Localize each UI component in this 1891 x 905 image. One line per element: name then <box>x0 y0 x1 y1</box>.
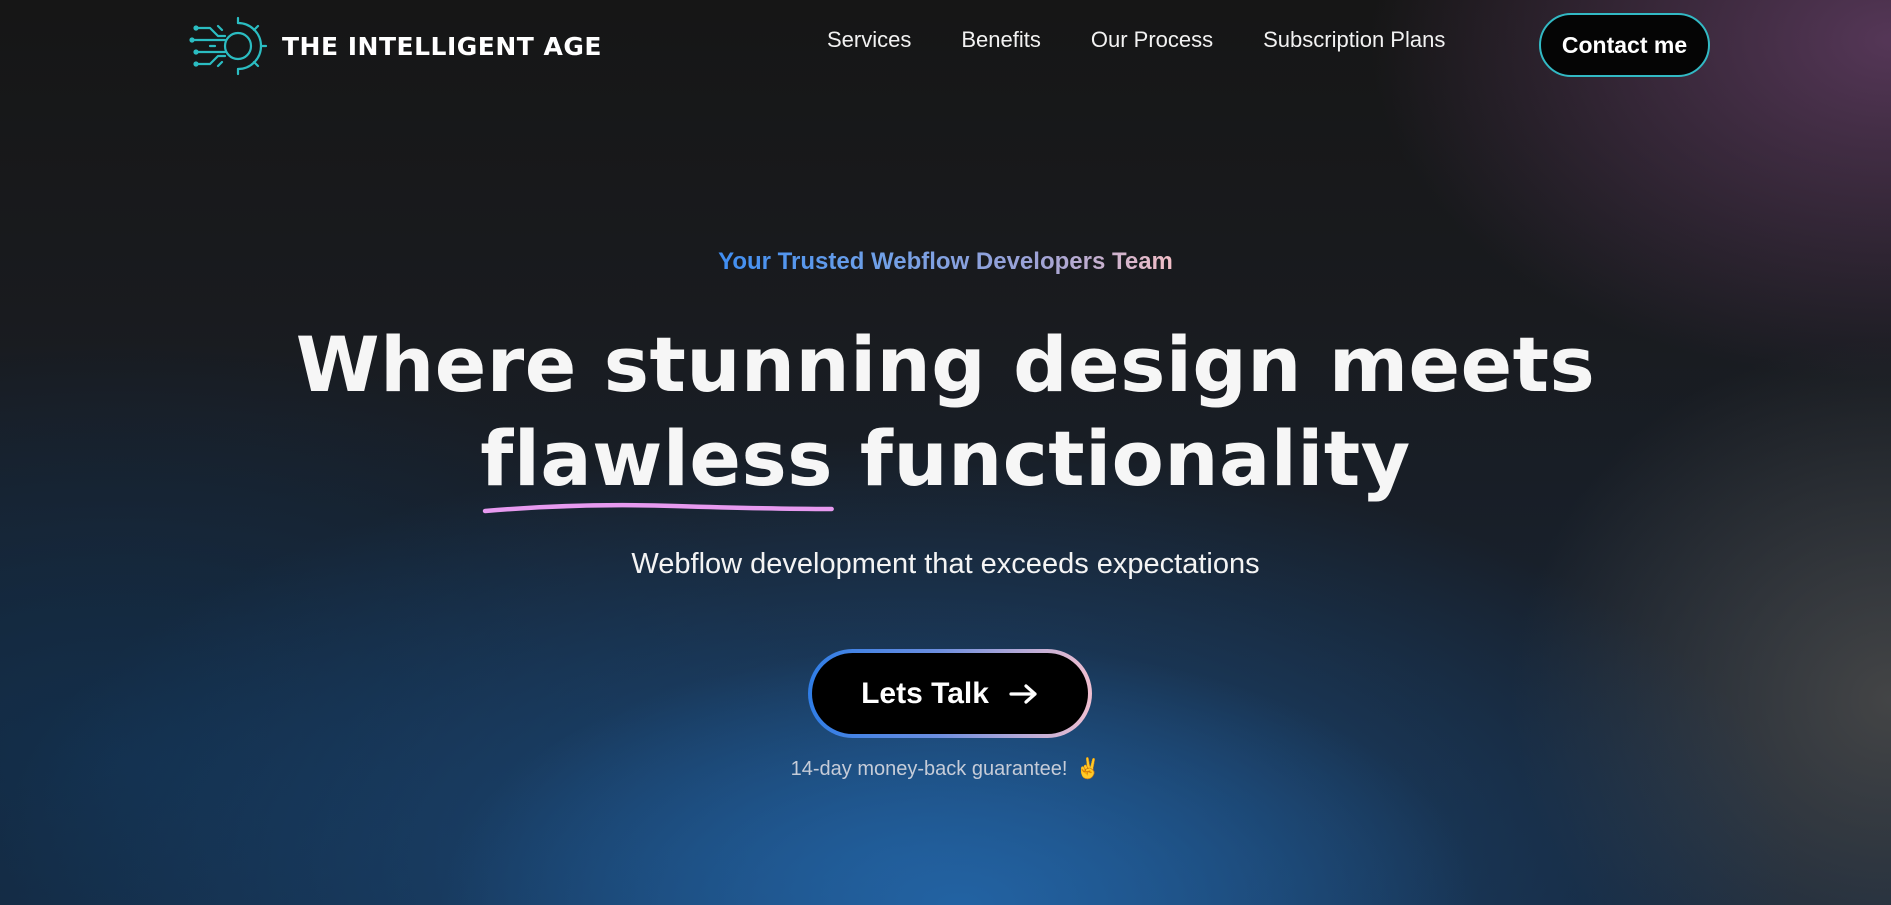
brand-logo-link[interactable]: THE INTELLIGENT AGE <box>188 14 602 78</box>
brand-name: THE INTELLIGENT AGE <box>282 31 602 61</box>
nav-subscription-plans[interactable]: Subscription Plans <box>1263 27 1445 53</box>
hero-eyebrow: Your Trusted Webflow Developers Team <box>0 248 1891 276</box>
lets-talk-label: Lets Talk <box>861 676 989 710</box>
headline-line-2: flawless functionality <box>0 412 1891 514</box>
hero-subtitle: Webflow development that exceeds expecta… <box>631 548 1260 580</box>
site-header: THE INTELLIGENT AGE Services Benefits Ou… <box>0 0 1891 92</box>
nav-our-process[interactable]: Our Process <box>1091 27 1213 53</box>
arrow-right-icon <box>1009 683 1037 704</box>
victory-hand-icon: ✌ <box>1075 758 1101 780</box>
guarantee-text: 14-day money-back guarantee! <box>790 758 1068 780</box>
headline-line-1: Where stunning design meets <box>295 320 1596 409</box>
contact-me-button[interactable]: Contact me <box>1539 13 1710 77</box>
headline-line-2-rest: functionality <box>859 414 1411 503</box>
gear-circuit-icon <box>189 16 268 76</box>
lets-talk-button[interactable]: Lets Talk <box>808 649 1092 738</box>
guarantee-note: 14-day money-back guarantee! ✌ <box>0 756 1891 781</box>
underlined-word-text: flawless <box>480 414 833 503</box>
hero-headline: Where stunning design meets flawless fun… <box>0 318 1891 514</box>
eyebrow-text: Your Trusted Webflow Developers Team <box>718 248 1173 275</box>
main-nav: Services Benefits Our Process Subscripti… <box>827 27 1445 53</box>
nav-benefits[interactable]: Benefits <box>961 27 1041 53</box>
nav-services[interactable]: Services <box>827 27 911 53</box>
underlined-word: flawless <box>480 412 835 514</box>
lets-talk-button-inner: Lets Talk <box>812 653 1088 734</box>
underline-stroke <box>483 502 835 514</box>
